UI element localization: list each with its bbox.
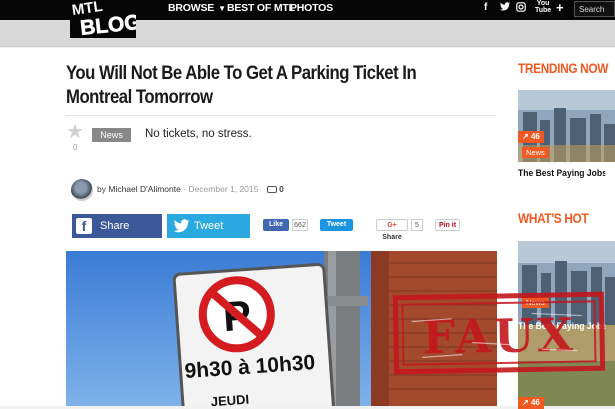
google-plus-share-button[interactable]: G+ Share	[376, 219, 408, 241]
byline: by Michael D'Alimonte · December 1, 2015…	[97, 184, 284, 194]
star-icon[interactable]: ★	[66, 122, 84, 142]
nav-browse-label: BROWSE	[168, 2, 215, 14]
trending-count: 46	[530, 132, 540, 141]
facebook-icon: f	[76, 218, 92, 234]
article-subtitle: No tickets, no stress.	[145, 128, 252, 140]
comment-icon[interactable]	[266, 186, 277, 193]
site-logo[interactable]: MTL BLOG	[70, 0, 136, 38]
search-input[interactable]	[574, 1, 615, 17]
facebook-like-count: 662	[292, 219, 308, 231]
trending-heading: TRENDING NOW	[518, 61, 609, 76]
small-tweet-button[interactable]: Tweet	[320, 219, 353, 231]
nav-best-of-mtl[interactable]: BEST OF MTL	[227, 2, 295, 14]
pin-it-button[interactable]: Pin it	[435, 219, 460, 231]
publish-date: December 1, 2015	[188, 184, 259, 194]
chevron-down-icon: ▼	[218, 4, 226, 13]
trending-category-tag[interactable]: News	[522, 147, 549, 158]
nav-browse[interactable]: BROWSE ▼	[168, 2, 226, 14]
google-plus-icon: G+	[387, 222, 397, 229]
author-link[interactable]: Michael D'Alimonte	[108, 184, 180, 194]
trending-up-icon: ↗	[522, 132, 529, 141]
divider	[66, 115, 496, 116]
plus-icon[interactable]: +	[556, 0, 564, 15]
sign-day: JEUDI	[210, 392, 249, 406]
facebook-share-button[interactable]: f Share	[72, 214, 162, 238]
facebook-share-label: Share	[100, 220, 130, 232]
faux-stamp: FAUX	[392, 291, 606, 375]
twitter-icon[interactable]	[500, 2, 510, 14]
facebook-like-button[interactable]: Like	[263, 219, 289, 231]
category-tag[interactable]: News	[92, 128, 131, 142]
byline-prefix: by	[97, 184, 106, 194]
star-count: 0	[73, 143, 78, 152]
youtube-icon[interactable]: You Tube	[535, 0, 551, 14]
trending-item-title[interactable]: The Best Paying Jobs In C	[518, 168, 605, 179]
article-title: You Will Not Be Able To Get A Parking Ti…	[66, 62, 417, 108]
google-plus-count: 5	[411, 219, 423, 231]
author-avatar[interactable]	[71, 179, 93, 201]
nav-photos[interactable]: PHOTOS	[290, 2, 333, 14]
google-plus-share-label: Share	[382, 234, 402, 241]
twitter-tweet-button[interactable]: Tweet	[167, 214, 250, 238]
twitter-icon	[173, 216, 190, 241]
twitter-tweet-label: Tweet	[194, 220, 224, 232]
trending-count-badge: ↗ 46	[518, 131, 544, 143]
facebook-icon[interactable]: f	[484, 2, 487, 13]
comment-count[interactable]: 0	[279, 184, 284, 194]
whats-hot-count-badge: ↗ 46	[518, 397, 544, 409]
whats-hot-heading: WHAT'S HOT	[518, 211, 589, 226]
instagram-icon[interactable]	[516, 2, 526, 15]
